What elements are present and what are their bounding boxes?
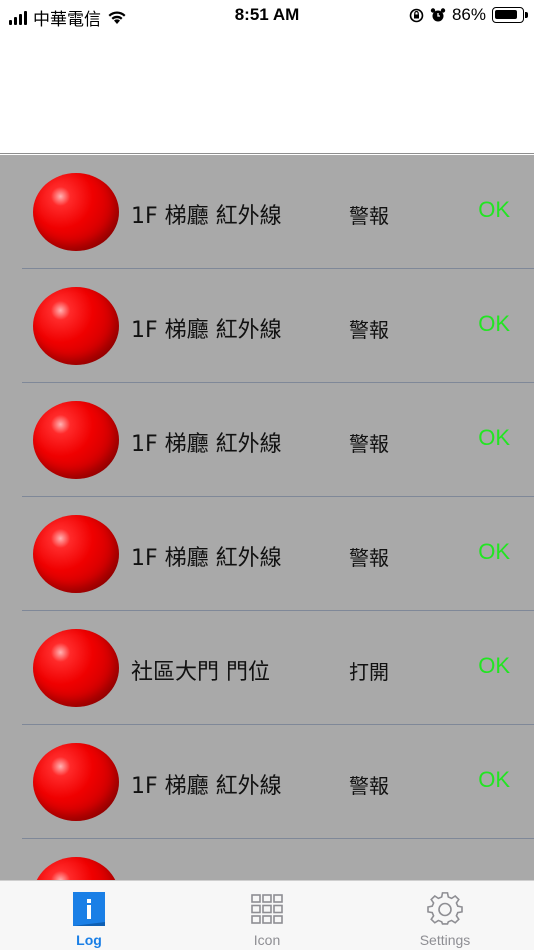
device-name: 1F 梯廳 紅外線 <box>131 432 282 457</box>
result-label: OK <box>478 653 510 678</box>
device-name: 社區大門 門位 <box>131 660 270 685</box>
tab-icon-label: Icon <box>253 932 281 948</box>
status-bar: 中華電信 8:51 AM 86% <box>0 0 534 30</box>
alarm-indicator-icon <box>33 743 119 821</box>
tab-settings[interactable]: Settings <box>356 881 534 950</box>
result-label: OK <box>478 425 510 450</box>
log-row[interactable]: 1F 梯廳 紅外線 警報 OK <box>0 155 534 269</box>
event-status: 警報 <box>349 204 389 228</box>
alarm-icon <box>430 8 446 22</box>
device-name: 1F 梯廳 紅外線 <box>131 774 282 799</box>
result-label: OK <box>478 767 510 792</box>
event-status: 打開 <box>349 660 389 684</box>
device-name: 1F 梯廳 紅外線 <box>131 318 282 343</box>
event-status: 警報 <box>349 432 389 456</box>
log-row[interactable]: 1F 梯廳 紅外線 警報 OK <box>0 497 534 611</box>
battery-icon <box>492 7 528 23</box>
alarm-indicator-icon <box>33 287 119 365</box>
result-label: OK <box>478 197 510 222</box>
log-row[interactable]: 社區大門 門位 打開 OK <box>0 611 534 725</box>
log-row[interactable]: 1F 梯廳 紅外線 警報 OK <box>0 269 534 383</box>
battery-percent: 86% <box>451 5 486 24</box>
rotation-lock-icon <box>409 8 424 22</box>
event-status: 警報 <box>349 546 389 570</box>
gear-icon <box>427 891 463 927</box>
alarm-indicator-icon <box>33 515 119 593</box>
result-label: OK <box>478 311 510 336</box>
status-bar-right: 86% <box>409 5 528 25</box>
device-name: 1F 梯廳 紅外線 <box>131 546 282 571</box>
log-list[interactable]: 1F 梯廳 紅外線 警報 OK 1F 梯廳 紅外線 警報 OK 1F 梯廳 紅外線 警報 OK 1… <box>0 155 534 880</box>
header-area <box>0 30 534 154</box>
tab-settings-label: Settings <box>419 932 471 948</box>
event-status: 警報 <box>349 318 389 342</box>
log-icon <box>71 891 107 927</box>
result-label: OK <box>478 539 510 564</box>
alarm-indicator-icon <box>33 857 119 880</box>
tab-icon[interactable]: Icon <box>178 881 356 950</box>
tab-log-label: Log <box>76 932 102 948</box>
log-row[interactable] <box>0 839 534 880</box>
tab-bar: Log Icon Settings <box>0 880 534 950</box>
alarm-indicator-icon <box>33 401 119 479</box>
log-row[interactable]: 1F 梯廳 紅外線 警報 OK <box>0 383 534 497</box>
tab-log[interactable]: Log <box>0 881 178 950</box>
alarm-indicator-icon <box>33 173 119 251</box>
log-row[interactable]: 1F 梯廳 紅外線 警報 OK <box>0 725 534 839</box>
device-name: 1F 梯廳 紅外線 <box>131 204 282 229</box>
grid-icon <box>249 891 285 927</box>
alarm-indicator-icon <box>33 629 119 707</box>
event-status: 警報 <box>349 774 389 798</box>
